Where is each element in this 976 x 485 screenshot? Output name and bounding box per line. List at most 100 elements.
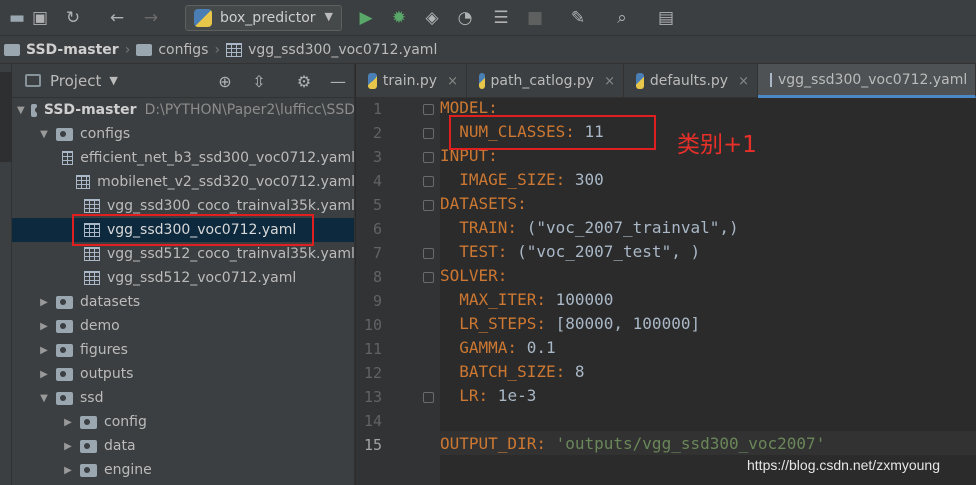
breadcrumb-folder[interactable]: configs [136,42,208,58]
tree-root[interactable]: ▼ SSD-master D:\PYTHON\Paper2\lufficc\SS… [12,98,355,122]
line-number: 13 [363,388,382,406]
tab-vgg-ssd300-voc0712-yaml[interactable]: vgg_ssd300_voc0712.yaml [758,64,976,98]
fold-marker-icon[interactable] [423,176,434,187]
tree-folder[interactable]: ▶ data [12,434,354,458]
tree-folder-label: ssd [80,390,104,406]
folder-icon [56,367,73,381]
close-icon[interactable]: × [738,74,749,89]
yaml-value: 8 [565,362,585,381]
coverage-icon[interactable]: ◈ [421,7,443,29]
code-editor[interactable]: 1 2 3 4 5 6 7 8 9 10 11 12 13 14 15 MODE… [356,98,976,485]
tree-folder-label: engine [104,462,152,478]
tab-path-catlog-py[interactable]: path_catlog.py × [467,64,624,98]
folder-icon[interactable]: ▬ [6,7,28,29]
run-config-label: box_predictor [220,10,316,26]
breadcrumb-file[interactable]: vgg_ssd300_voc0712.yaml [226,42,437,58]
sync-icon[interactable]: ↻ [62,7,84,29]
fold-marker-icon[interactable] [423,152,434,163]
yaml-file-icon [84,199,100,213]
folder-icon [56,319,73,333]
code-line-12: BATCH_SIZE: 8 [440,362,585,381]
breadcrumb-project-label: SSD-master [26,41,119,58]
project-stripe-button[interactable] [0,72,12,162]
yaml-value: ("voc_2007_test", ) [507,242,701,261]
fold-marker-icon[interactable] [423,128,434,139]
highlight-box-num-classes [449,115,656,150]
highlight-box-selected-file [72,214,314,246]
locate-target-icon[interactable]: ⊕ [214,70,236,92]
close-icon[interactable]: × [604,74,615,89]
chevron-right-icon: ▶ [40,368,48,380]
yaml-file-icon [84,271,100,285]
close-icon[interactable]: × [447,74,458,89]
code-line-10: LR_STEPS: [80000, 100000] [440,314,700,333]
chevron-right-icon: ▶ [40,344,48,356]
folder-icon [80,463,97,477]
tree-folder[interactable]: ▶ engine [12,458,354,482]
code-line-6: TRAIN: ("voc_2007_trainval",) [440,218,739,237]
folder-icon [56,391,73,405]
tree-folder[interactable]: ▶ outputs [12,362,354,386]
breadcrumb: SSD-master › configs › vgg_ssd300_voc071… [0,36,976,64]
chevron-down-icon[interactable]: ▼ [109,74,117,87]
tree-folder[interactable]: ▶ config [12,410,354,434]
tree-root-path: D:\PYTHON\Paper2\lufficc\SSD [144,102,355,118]
yaml-file-icon [75,175,91,189]
back-icon[interactable]: ← [106,7,128,29]
tab-train-py[interactable]: train.py × [356,64,467,98]
breadcrumb-project[interactable]: SSD-master [4,42,119,58]
yaml-file-icon [61,151,74,165]
yaml-value: ("voc_2007_trainval",) [517,218,739,237]
annotation-label: 类别+1 [677,132,757,158]
yaml-key: MAX_ITER: [440,290,546,309]
tree-file-label: mobilenet_v2_ssd320_voc0712.yaml [97,174,355,190]
tree-folder[interactable]: ▶ figures [12,338,354,362]
breadcrumb-separator: › [214,41,221,58]
fold-marker-icon[interactable] [423,392,434,403]
tree-folder-configs[interactable]: ▼ configs [12,122,354,146]
yaml-key: LR_STEPS: [440,314,546,333]
project-panel-title[interactable]: Project [50,72,101,90]
chevron-down-icon: ▼ [17,104,25,116]
minimize-icon[interactable]: — [327,70,349,92]
yaml-key: DATASETS: [440,194,527,213]
yaml-value: 1e-3 [488,386,537,405]
chevron-right-icon: ▶ [64,416,72,428]
gear-icon[interactable]: ⚙ [293,70,315,92]
profile-icon[interactable]: ◔ [454,7,476,29]
concurrency-icon[interactable]: ☰ [490,7,512,29]
tab-label: defaults.py [649,73,729,89]
run-config-select[interactable]: box_predictor ▼ [185,5,342,31]
run-icon[interactable]: ▶ [355,7,377,29]
tree-file[interactable]: efficient_net_b3_ssd300_voc0712.yaml [12,146,354,170]
settings-wrench-icon[interactable]: ✎ [567,7,589,29]
search-icon[interactable]: ⌕ [611,7,633,29]
stop-icon[interactable]: ■ [524,7,546,29]
tree-folder-label: configs [80,126,131,142]
yaml-key: IMAGE_SIZE: [440,170,566,189]
fold-marker-icon[interactable] [423,200,434,211]
debug-icon[interactable]: ✹ [388,7,410,29]
fold-marker-icon[interactable] [423,248,434,259]
chevron-down-icon: ▼ [324,10,333,23]
line-number: 11 [363,340,382,358]
tree-file[interactable]: vgg_ssd512_voc0712.yaml [12,266,354,290]
save-icon[interactable]: ▣ [29,7,51,29]
line-number: 1 [372,100,382,118]
code-line-9: MAX_ITER: 100000 [440,290,613,309]
tab-defaults-py[interactable]: defaults.py × [624,64,758,98]
tree-file[interactable]: mobilenet_v2_ssd320_voc0712.yaml [12,170,355,194]
yaml-key: GAMMA: [440,338,518,357]
tree-file-label: vgg_ssd300_coco_trainval35k.yaml [107,198,355,214]
tree-folder-ssd[interactable]: ▼ ssd [12,386,354,410]
fold-marker-icon[interactable] [423,272,434,283]
collapse-all-icon[interactable]: ⇳ [248,70,270,92]
chevron-right-icon: ▶ [64,464,72,476]
structure-icon[interactable]: ▤ [655,7,677,29]
forward-icon[interactable]: → [140,7,162,29]
tree-folder[interactable]: ▶ datasets [12,290,354,314]
yaml-key: BATCH_SIZE: [440,362,566,381]
fold-marker-icon[interactable] [423,104,434,115]
yaml-value: [80000, 100000] [545,314,701,333]
tree-folder[interactable]: ▶ demo [12,314,354,338]
